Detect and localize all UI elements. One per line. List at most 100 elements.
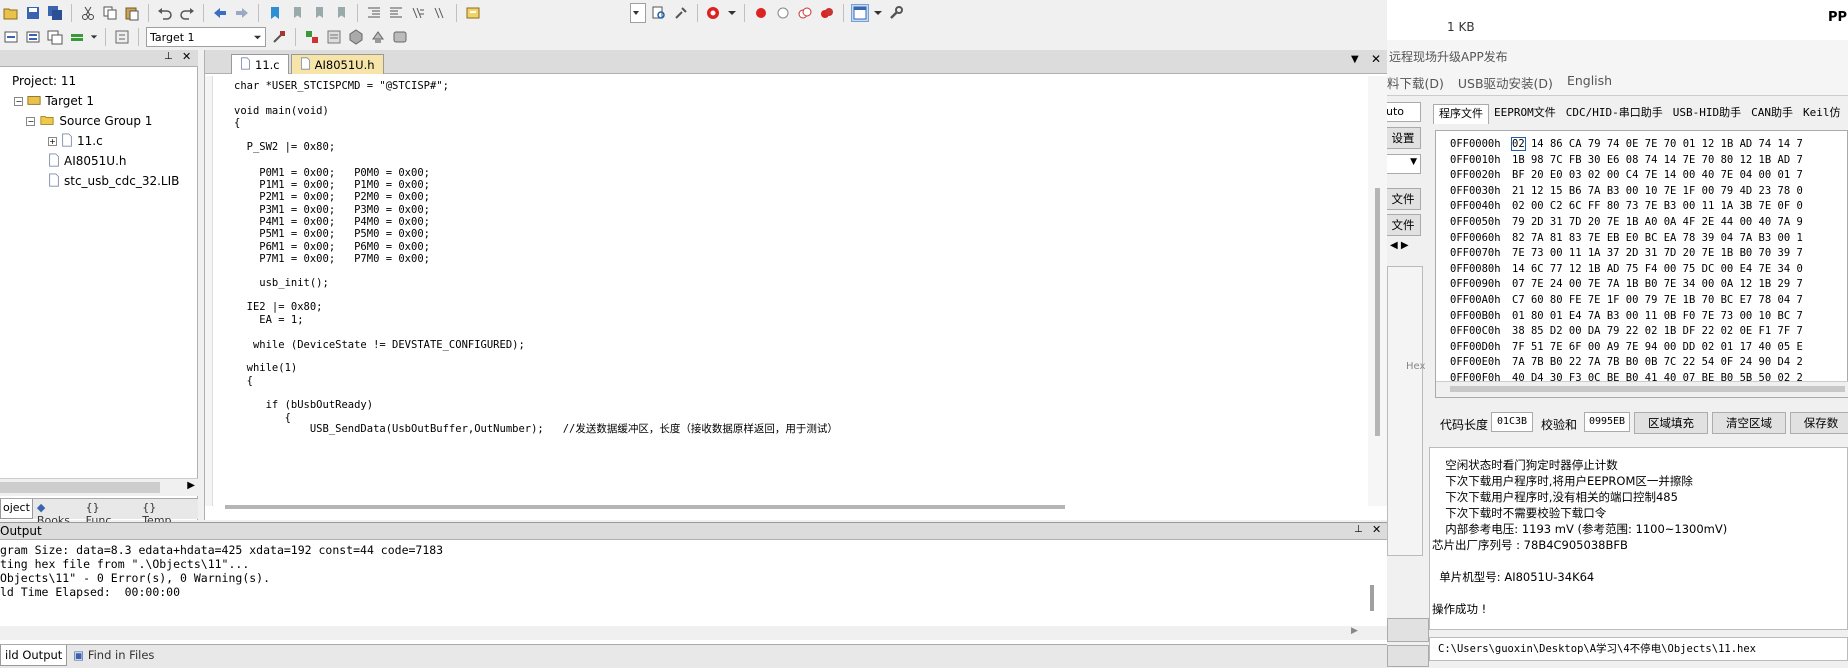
manage-components-icon[interactable]	[303, 28, 321, 46]
window-layout-icon[interactable]	[851, 4, 869, 22]
menu-link[interactable]: English	[1567, 73, 1612, 92]
tab-project[interactable]: oject	[0, 499, 33, 519]
target-select[interactable]: Target 1	[146, 27, 266, 47]
scroll-thumb[interactable]	[0, 482, 160, 493]
isp-tab[interactable]: 程序文件	[1433, 104, 1489, 124]
translate-icon[interactable]	[2, 28, 20, 46]
save-all-icon[interactable]	[46, 4, 64, 22]
find-icon[interactable]	[650, 4, 668, 22]
tab-ai8051u-h[interactable]: AI8051U.h	[290, 54, 384, 74]
incremental-find-icon[interactable]	[672, 4, 690, 22]
find-combo-dropdown[interactable]	[630, 3, 646, 23]
partial-bottom-control-1[interactable]	[1387, 618, 1429, 642]
hex-horizontal-scrollbar[interactable]	[1436, 381, 1848, 397]
output-vertical-scroll-thumb[interactable]	[1370, 585, 1374, 611]
save-icon[interactable]	[24, 4, 42, 22]
pin-icon[interactable]: ⊥	[1354, 524, 1363, 535]
close-icon[interactable]: ✕	[182, 50, 191, 63]
editor-horizontal-scroll-thumb[interactable]	[225, 505, 1065, 509]
batch-dropdown-icon[interactable]	[90, 28, 98, 46]
open-file-icon[interactable]	[2, 4, 20, 22]
build-icon[interactable]	[24, 28, 42, 46]
uncomment-icon[interactable]	[431, 4, 449, 22]
redo-icon[interactable]	[178, 4, 196, 22]
isp-tab[interactable]: Keil仿	[1798, 104, 1846, 124]
hex-cursor-byte[interactable]: 02	[1511, 137, 1526, 151]
menu-link[interactable]: 料下载(D)	[1387, 73, 1444, 92]
partial-open-file-button[interactable]: 文件	[1387, 188, 1421, 210]
output-horizontal-scrollbar[interactable]: ▶	[0, 626, 1387, 640]
save-data-button[interactable]: 保存数	[1790, 412, 1848, 434]
bookmark-clear-icon[interactable]	[332, 4, 350, 22]
partial-bottom-control-2[interactable]	[1387, 645, 1429, 667]
scroll-right-arrow-icon[interactable]: ▶	[187, 480, 195, 491]
isp-tab[interactable]: CDC/HID-串口助手	[1561, 104, 1668, 124]
comment-icon[interactable]	[409, 4, 427, 22]
clear-area-button[interactable]: 清空区域	[1712, 412, 1786, 434]
navigate-back-icon[interactable]	[211, 4, 229, 22]
pin-icon[interactable]: ⊥	[164, 51, 173, 62]
tab-templates[interactable]: {} Temp...	[138, 499, 198, 527]
unindent-icon[interactable]	[387, 4, 405, 22]
find-in-files-icon[interactable]	[464, 4, 482, 22]
isp-log[interactable]: 空闲状态时看门狗定时器停止计数 下次下载用户程序时,将用户EEPROM区一并擦除…	[1429, 447, 1848, 630]
tree-item-file[interactable]: +11.c	[48, 132, 103, 150]
tree-item-target[interactable]: − Target 1	[14, 92, 94, 110]
indent-icon[interactable]	[365, 4, 383, 22]
scroll-thumb[interactable]	[1375, 188, 1380, 436]
scroll-thumb[interactable]	[1450, 386, 1845, 392]
breakpoint-disable-all-icon[interactable]	[796, 4, 814, 22]
breakpoint-kill-all-icon[interactable]	[818, 4, 836, 22]
tree-item-folder[interactable]: − Source Group 1	[26, 112, 152, 130]
batch-build-icon[interactable]	[68, 28, 86, 46]
debug-session-icon[interactable]	[705, 4, 723, 22]
isp-tab[interactable]: CAN助手	[1746, 104, 1798, 124]
remote-upgrade-menu[interactable]: 远程现场升级APP发布	[1389, 48, 1508, 65]
undo-icon[interactable]	[156, 4, 174, 22]
expand-toggle-icon[interactable]: −	[14, 96, 24, 106]
tab-functions[interactable]: {} Func...	[82, 499, 139, 527]
debug-dropdown-icon[interactable]	[727, 4, 737, 22]
isp-tab[interactable]: USB-HID助手	[1668, 104, 1746, 124]
target-options-icon[interactable]	[270, 28, 288, 46]
partial-select[interactable]: uto	[1387, 102, 1421, 122]
load-download-icon[interactable]	[113, 28, 131, 46]
partial-settings-button[interactable]: 设置	[1387, 127, 1421, 149]
partial-combo[interactable]: ▼	[1387, 154, 1421, 174]
isp-tab[interactable]: EEPROM文件	[1489, 104, 1561, 124]
run-time-env-icon[interactable]	[369, 28, 387, 46]
paste-icon[interactable]	[123, 4, 141, 22]
tree-item-file[interactable]: AI8051U.h	[48, 152, 127, 170]
expand-toggle-icon[interactable]: −	[26, 116, 36, 126]
navigate-forward-icon[interactable]	[233, 4, 251, 22]
pack-installer-icon[interactable]	[347, 28, 365, 46]
code-text[interactable]: char *USER_STCISPCMD = "@STCISP#"; void m…	[234, 80, 1364, 480]
bookmark-next-icon[interactable]	[310, 4, 328, 22]
rebuild-icon[interactable]	[46, 28, 64, 46]
partial-open-eeprom-button[interactable]: 文件	[1387, 214, 1421, 236]
tree-item-project[interactable]: Project: 11	[8, 72, 76, 90]
hex-view[interactable]: 0FF0000h 02 14 86 CA 79 74 0E 7E 70 01 12…	[1435, 130, 1848, 398]
expand-toggle-icon[interactable]: +	[48, 136, 57, 146]
tab-main-c[interactable]: 11.c	[231, 54, 289, 74]
close-editor-icon[interactable]: ✕	[1371, 52, 1381, 66]
fill-area-button[interactable]: 区域填充	[1634, 412, 1708, 434]
tab-build-output[interactable]: ild Output	[0, 645, 68, 666]
window-layout-dropdown-icon[interactable]	[873, 4, 883, 22]
bookmark-toggle-icon[interactable]	[266, 4, 284, 22]
breakpoint-disable-icon[interactable]	[774, 4, 792, 22]
editor-vertical-scrollbar[interactable]	[1368, 76, 1387, 506]
scroll-right-arrow-icon[interactable]: ▶	[1351, 626, 1358, 636]
file-extensions-icon[interactable]	[325, 28, 343, 46]
partial-spin-arrows[interactable]: ◀ ▶	[1390, 240, 1424, 256]
bookmark-prev-icon[interactable]	[288, 4, 306, 22]
close-icon[interactable]: ✕	[1372, 523, 1381, 536]
tab-list-chevron-icon[interactable]: ▼	[1351, 54, 1359, 65]
select-packs-icon[interactable]	[391, 28, 409, 46]
tree-item-file[interactable]: stc_usb_cdc_32.LIB	[48, 172, 179, 190]
cut-icon[interactable]	[79, 4, 97, 22]
copy-icon[interactable]	[101, 4, 119, 22]
menu-link[interactable]: USB驱动安装(D)	[1458, 73, 1553, 92]
breakpoint-insert-icon[interactable]	[752, 4, 770, 22]
configure-wrench-icon[interactable]	[887, 4, 905, 22]
